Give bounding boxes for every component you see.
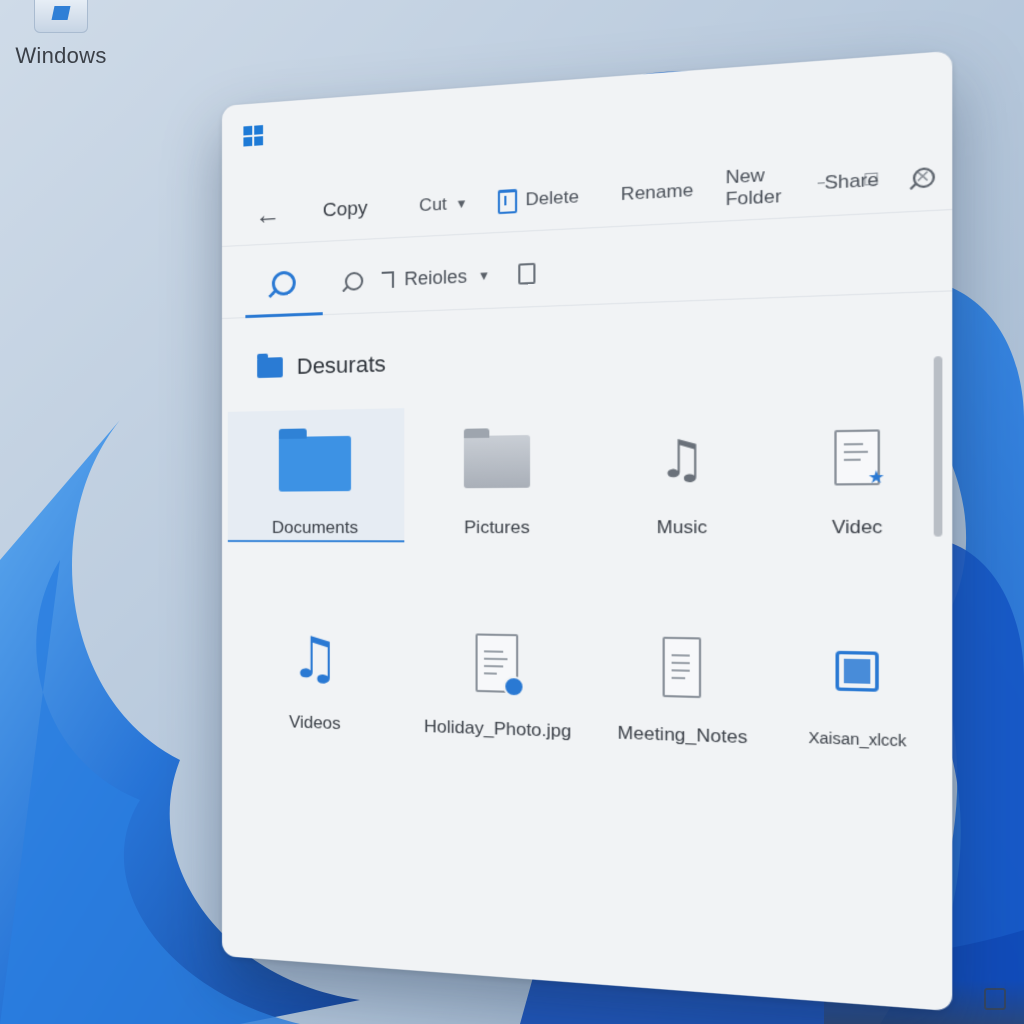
- file-name: Videos: [288, 712, 341, 734]
- page-icon[interactable]: [518, 262, 536, 285]
- search-icon: [912, 166, 935, 189]
- file-explorer-window: – ☐ ✕ ← Copy Cut ▼ Delete Rename New Fol…: [222, 50, 953, 1012]
- copy-button[interactable]: Copy: [309, 185, 382, 234]
- folder-icon: [463, 435, 531, 489]
- folder-icon: [278, 435, 352, 492]
- search-icon: [344, 271, 364, 291]
- file-name: Xaisan_xlcck: [808, 728, 907, 750]
- chevron-down-icon: ▼: [455, 195, 468, 212]
- tray-icon[interactable]: [984, 988, 1006, 1010]
- search-tab[interactable]: [245, 250, 323, 318]
- desktop-shortcut-windows[interactable]: Windows: [6, 0, 116, 69]
- windows-logo-icon: [243, 125, 264, 147]
- cut-button[interactable]: Cut ▼: [405, 179, 483, 229]
- search-icon: [271, 270, 296, 296]
- chevron-down-icon: ▼: [477, 268, 491, 284]
- trash-icon: [497, 188, 517, 214]
- search-button[interactable]: [896, 151, 952, 204]
- share-button[interactable]: Share: [808, 155, 896, 209]
- music-note-icon: ♫: [289, 625, 340, 693]
- folder-icon: [257, 357, 283, 379]
- copy-label: Copy: [322, 197, 368, 222]
- file-tile-music[interactable]: ♫ Music: [592, 400, 774, 543]
- file-grid: Documents Pictures ♫ Music ★ Videc ♫ Vid…: [227, 397, 928, 759]
- breadcrumb[interactable]: Desurats: [257, 351, 386, 381]
- back-button[interactable]: ←: [222, 190, 309, 239]
- delete-button[interactable]: Delete: [483, 173, 595, 226]
- file-name: Music: [656, 516, 708, 538]
- windows-shortcut-icon: [34, 0, 88, 33]
- new-folder-button[interactable]: New Folder: [709, 160, 807, 214]
- sort-dropdown[interactable]: Reioles ▼: [381, 264, 491, 291]
- file-tile-documents[interactable]: Documents: [227, 408, 405, 543]
- file-name: Holiday_Photo.jpg: [424, 716, 572, 742]
- search-small-button[interactable]: [344, 271, 364, 291]
- frame-icon: [835, 650, 879, 692]
- new-folder-label: New Folder: [725, 164, 782, 210]
- file-name: Pictures: [464, 517, 530, 538]
- document-icon: [662, 636, 702, 699]
- vertical-scrollbar[interactable]: [933, 356, 943, 537]
- rename-label: Rename: [620, 179, 694, 205]
- file-tile-videc[interactable]: ★ Videc: [774, 397, 942, 544]
- file-tile-videos[interactable]: ♫ Videos: [228, 604, 405, 741]
- file-tile-pictures[interactable]: Pictures: [404, 404, 592, 543]
- desktop-shortcut-label: Windows: [15, 43, 107, 68]
- music-note-icon: ♫: [657, 428, 707, 491]
- file-tile-xaisan[interactable]: Xaisan_xlcck: [774, 611, 942, 760]
- delete-label: Delete: [525, 186, 579, 210]
- image-document-icon: [475, 633, 525, 698]
- back-arrow-icon: ←: [255, 198, 281, 230]
- file-name: Videc: [831, 516, 883, 538]
- share-label: Share: [824, 169, 879, 194]
- rename-button[interactable]: Rename: [605, 166, 709, 219]
- file-tile-holiday-photo[interactable]: Holiday_Photo.jpg: [404, 606, 592, 747]
- document-star-icon: ★: [834, 429, 885, 488]
- file-name: Meeting_Notes: [617, 722, 748, 748]
- cut-label: Cut: [419, 194, 447, 216]
- file-tile-meeting-notes[interactable]: Meeting_Notes: [592, 609, 774, 754]
- sort-label: Reioles: [404, 265, 468, 289]
- breadcrumb-label: Desurats: [296, 350, 386, 380]
- bracket-icon: [381, 271, 395, 289]
- file-name: Documents: [271, 517, 359, 538]
